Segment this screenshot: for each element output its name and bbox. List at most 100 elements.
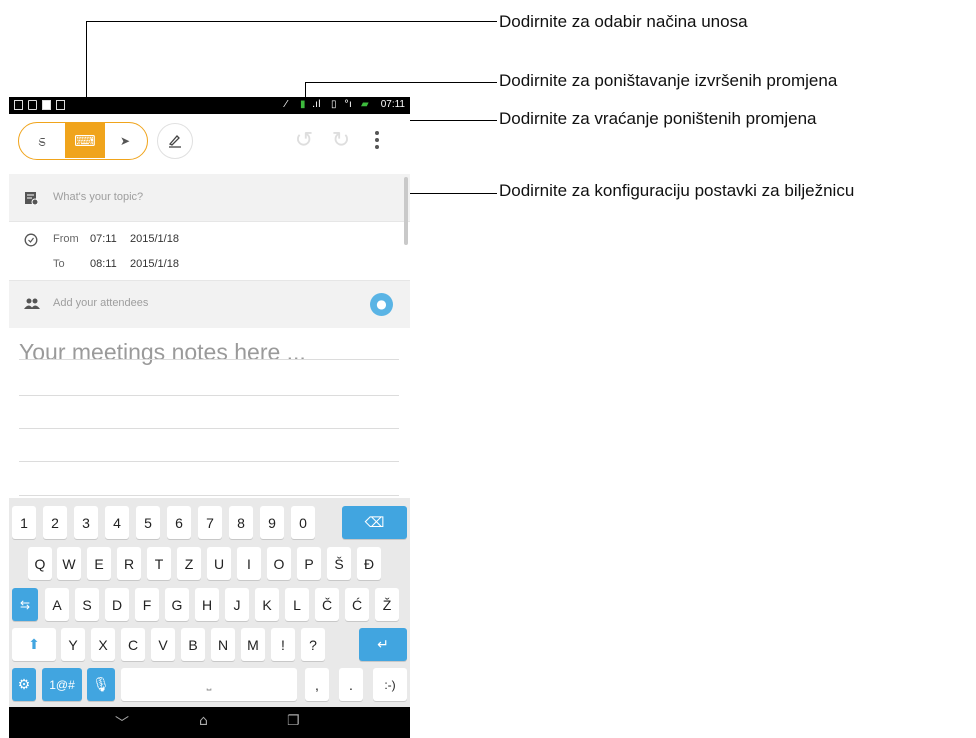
key-m[interactable]: M bbox=[241, 628, 265, 661]
key-exclamation[interactable]: ! bbox=[271, 628, 295, 661]
key-z[interactable]: Z bbox=[177, 547, 201, 580]
key-g[interactable]: G bbox=[165, 588, 189, 621]
annotation-undo: Dodirnite za poništavanje izvršenih prom… bbox=[499, 71, 838, 90]
note-line bbox=[19, 461, 399, 462]
key-2[interactable]: 2 bbox=[43, 506, 67, 539]
leader-line-input-mode bbox=[86, 21, 497, 22]
recent-apps-icon[interactable]: ❐ bbox=[287, 713, 300, 729]
note-line bbox=[19, 359, 399, 360]
key-f[interactable]: F bbox=[135, 588, 159, 621]
key-a[interactable]: A bbox=[45, 588, 69, 621]
leader-line-undo bbox=[305, 82, 497, 83]
phone-screen: ⁄ ▮ .ıl ▯ °ı ▰ 07:11 ಽ ⌨ ➤ ↺ ↻ What's yo… bbox=[9, 97, 410, 738]
topic-icon bbox=[25, 192, 38, 205]
key-7[interactable]: 7 bbox=[198, 506, 222, 539]
image-status-icon bbox=[56, 100, 65, 110]
key-v[interactable]: V bbox=[151, 628, 175, 661]
key-question[interactable]: ? bbox=[301, 628, 325, 661]
topic-placeholder: What's your topic? bbox=[53, 191, 144, 203]
key-w[interactable]: W bbox=[57, 547, 81, 580]
key-y[interactable]: Y bbox=[61, 628, 85, 661]
key-r[interactable]: R bbox=[117, 547, 141, 580]
key-h[interactable]: H bbox=[195, 588, 219, 621]
key-c-acute[interactable]: Ć bbox=[345, 588, 369, 621]
key-i[interactable]: I bbox=[237, 547, 261, 580]
battery-icon: ▰ bbox=[361, 99, 369, 110]
key-t[interactable]: T bbox=[147, 547, 171, 580]
key-j[interactable]: J bbox=[225, 588, 249, 621]
wifi-icon: °ı bbox=[344, 99, 352, 110]
note-line bbox=[19, 395, 399, 396]
from-time[interactable]: 07:11 bbox=[90, 233, 117, 245]
add-attendee-icon[interactable]: ● bbox=[370, 293, 393, 316]
to-time[interactable]: 08:11 bbox=[90, 258, 117, 270]
key-o[interactable]: O bbox=[267, 547, 291, 580]
key-z-caron[interactable]: Ž bbox=[375, 588, 399, 621]
topic-field[interactable]: What's your topic? bbox=[9, 174, 410, 222]
microphone-icon[interactable]: 🎙 bbox=[87, 668, 115, 701]
key-n[interactable]: N bbox=[211, 628, 235, 661]
notes-area[interactable]: Your meetings notes here ... bbox=[9, 329, 410, 499]
key-s-caron[interactable]: Š bbox=[327, 547, 351, 580]
key-l[interactable]: L bbox=[285, 588, 309, 621]
emoticon-key[interactable]: :-) bbox=[373, 668, 407, 701]
comma-key[interactable]: , bbox=[305, 668, 329, 701]
scrollbar[interactable] bbox=[404, 177, 408, 245]
key-p[interactable]: P bbox=[297, 547, 321, 580]
period-key[interactable]: . bbox=[339, 668, 363, 701]
enter-icon[interactable]: ↵ bbox=[359, 628, 407, 661]
tab-icon[interactable]: ⇆ bbox=[12, 588, 38, 621]
attendees-field[interactable]: Add your attendees ● bbox=[9, 281, 410, 328]
key-d[interactable]: D bbox=[105, 588, 129, 621]
home-icon[interactable]: ⌂ bbox=[199, 713, 208, 729]
calendar-icon bbox=[14, 100, 23, 110]
key-4[interactable]: 4 bbox=[105, 506, 129, 539]
status-time: 07:11 bbox=[380, 99, 405, 110]
pen-style-button[interactable] bbox=[157, 123, 193, 159]
key-8[interactable]: 8 bbox=[229, 506, 253, 539]
gear-icon[interactable]: ⚙ bbox=[12, 668, 36, 701]
key-6[interactable]: 6 bbox=[167, 506, 191, 539]
more-vertical-icon[interactable] bbox=[375, 131, 381, 152]
squiggle-icon[interactable]: ಽ bbox=[22, 123, 62, 158]
notes-placeholder: Your meetings notes here ... bbox=[19, 339, 306, 365]
key-0[interactable]: 0 bbox=[291, 506, 315, 539]
key-d-stroke[interactable]: Đ bbox=[357, 547, 381, 580]
key-1[interactable]: 1 bbox=[12, 506, 36, 539]
key-e[interactable]: E bbox=[87, 547, 111, 580]
key-u[interactable]: U bbox=[207, 547, 231, 580]
key-s[interactable]: S bbox=[75, 588, 99, 621]
document-status-icon bbox=[42, 100, 51, 110]
key-c-caron[interactable]: Č bbox=[315, 588, 339, 621]
sim2-icon: ▯ bbox=[331, 99, 337, 110]
input-mode-selector: ಽ ⌨ ➤ bbox=[18, 122, 148, 160]
key-x[interactable]: X bbox=[91, 628, 115, 661]
keyboard-icon[interactable]: ⌨ bbox=[65, 123, 105, 158]
pen-icon[interactable]: ➤ bbox=[105, 123, 145, 158]
toolbar: ಽ ⌨ ➤ ↺ ↻ bbox=[9, 114, 410, 171]
key-5[interactable]: 5 bbox=[136, 506, 160, 539]
from-date[interactable]: 2015/1/18 bbox=[130, 233, 179, 245]
sim-icon: ▮ bbox=[300, 99, 306, 110]
key-q[interactable]: Q bbox=[28, 547, 52, 580]
undo-icon[interactable]: ↺ bbox=[293, 130, 315, 153]
key-c[interactable]: C bbox=[121, 628, 145, 661]
annotation-redo: Dodirnite za vraćanje poništenih promjen… bbox=[499, 109, 817, 128]
navigation-bar: ﹀ ⌂ ❐ bbox=[9, 707, 410, 738]
key-k[interactable]: K bbox=[255, 588, 279, 621]
clock-icon bbox=[24, 233, 38, 247]
note-line bbox=[19, 495, 399, 496]
shift-icon[interactable]: ⬆ bbox=[12, 628, 56, 661]
redo-icon[interactable]: ↻ bbox=[330, 130, 352, 153]
key-9[interactable]: 9 bbox=[260, 506, 284, 539]
keyboard: 1 2 3 4 5 6 7 8 9 0 ⌫ Q W E R T Z U I O … bbox=[9, 498, 410, 708]
attendees-placeholder: Add your attendees bbox=[53, 297, 149, 309]
time-section[interactable]: From 07:11 2015/1/18 To 08:11 2015/1/18 bbox=[9, 222, 410, 281]
backspace-icon[interactable]: ⌫ bbox=[342, 506, 407, 539]
to-date[interactable]: 2015/1/18 bbox=[130, 258, 179, 270]
key-b[interactable]: B bbox=[181, 628, 205, 661]
symbols-key[interactable]: 1@# bbox=[42, 668, 82, 701]
space-key[interactable]: ⎵ bbox=[121, 668, 297, 701]
back-icon[interactable]: ﹀ bbox=[115, 713, 129, 733]
key-3[interactable]: 3 bbox=[74, 506, 98, 539]
